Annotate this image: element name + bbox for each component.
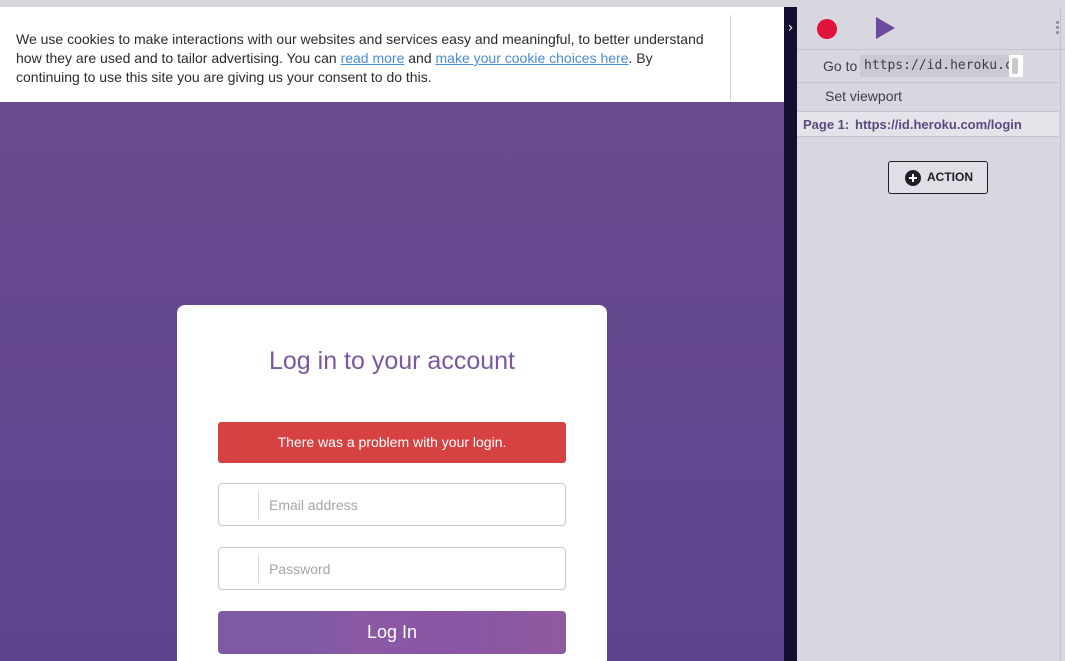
heroku-login-page: We use cookies to make interactions with… [0,7,784,661]
more-options-icon[interactable] [1056,21,1060,37]
cookie-banner: We use cookies to make interactions with… [0,7,784,102]
url-edit-caret[interactable] [1009,55,1023,77]
recorder-panel: Go to https://id.heroku.com Set viewport… [797,7,1065,661]
play-button[interactable] [876,17,895,39]
goto-url-value[interactable]: https://id.heroku.com [860,55,1010,77]
goto-label: Go to [823,58,858,74]
plus-circle-icon [905,170,921,186]
email-input[interactable] [260,484,560,525]
record-button[interactable] [817,19,837,39]
login-error-alert: There was a problem with your login. [218,422,566,463]
add-action-button[interactable]: ACTION [888,161,988,194]
page-header-row[interactable]: Page 1: https://id.heroku.com/login [797,111,1059,137]
add-action-label: ACTION [927,170,973,184]
email-field [218,483,566,526]
read-more-link[interactable]: read more [341,50,405,66]
password-input[interactable] [260,548,560,589]
panel-separator [784,7,797,661]
password-field [218,547,566,590]
panel-edge [1060,7,1061,661]
login-card: Log in to your account There was a probl… [177,305,607,661]
cookie-banner-divider [730,15,731,101]
cookie-banner-text: We use cookies to make interactions with… [16,30,716,87]
recorder-toolbar [797,7,1065,50]
cookie-text-and: and [404,50,436,66]
login-button[interactable]: Log In [218,611,566,654]
page-url: https://id.heroku.com/login [855,117,1022,132]
collapse-panel-chevron-icon[interactable]: › [784,18,797,38]
login-title: Log in to your account [269,347,515,375]
lock-icon [219,554,259,583]
page-number-label: Page 1: [803,117,850,132]
top-strip [0,0,1065,7]
email-icon [219,490,259,519]
goto-step[interactable]: Go to https://id.heroku.com [797,51,1059,83]
set-viewport-step[interactable]: Set viewport [825,88,902,104]
cookie-choices-link[interactable]: make your cookie choices here [436,50,629,66]
